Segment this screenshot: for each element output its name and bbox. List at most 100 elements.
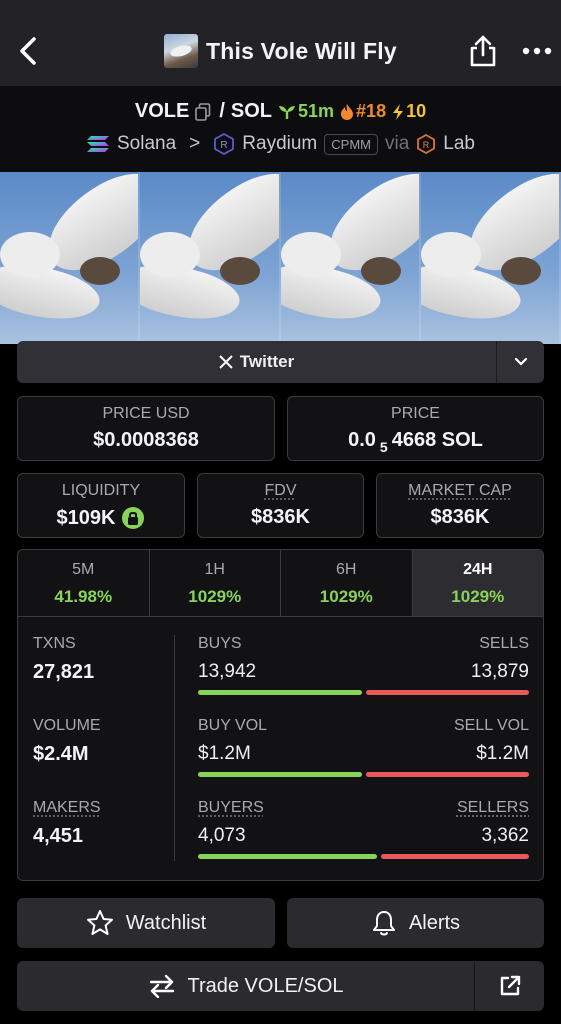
social-dropdown-button[interactable] bbox=[496, 341, 544, 383]
buyers-label: BUYERS bbox=[198, 799, 264, 816]
trade-button[interactable]: Trade VOLE/SOL bbox=[17, 961, 474, 1011]
liquidity-value-row: $109K bbox=[18, 506, 184, 530]
price-native-prefix: 0.0 bbox=[348, 429, 376, 451]
solana-icon bbox=[87, 136, 109, 152]
banner-tile bbox=[280, 172, 421, 344]
liquidity-card: LIQUIDITY $109K bbox=[17, 473, 185, 538]
makers-label: MAKERS bbox=[33, 799, 101, 816]
copy-icon[interactable] bbox=[195, 102, 211, 121]
tab-change: 1029% bbox=[319, 587, 373, 606]
sell-vol-value: $1.2M bbox=[476, 743, 529, 764]
flame-icon bbox=[341, 103, 354, 120]
banner-tile bbox=[140, 172, 281, 344]
buyers-sellers-bar bbox=[198, 854, 529, 859]
chevron-down-icon bbox=[514, 357, 527, 366]
market-cap-label: MARKET CAP bbox=[408, 482, 512, 499]
tab-6h[interactable]: 6H 1029% bbox=[281, 550, 413, 616]
sell-vol-label: SELL VOL bbox=[453, 717, 529, 734]
top-header: This Vole Will Fly bbox=[0, 0, 561, 86]
txns-label: TXNS bbox=[33, 635, 76, 652]
sellers-bar bbox=[381, 854, 529, 859]
alerts-button[interactable]: Alerts bbox=[287, 898, 544, 948]
dex-name[interactable]: Raydium bbox=[242, 133, 317, 155]
tab-5m[interactable]: 5M 41.98% bbox=[18, 550, 150, 616]
twitter-button[interactable]: Twitter bbox=[17, 341, 496, 383]
tab-change: 1029% bbox=[188, 587, 242, 606]
buy-vol-value: $1.2M bbox=[198, 743, 251, 764]
watchlist-label: Watchlist bbox=[125, 911, 207, 934]
back-button[interactable] bbox=[14, 33, 44, 69]
boost-count[interactable]: 10 bbox=[392, 101, 426, 122]
page-title: This Vole Will Fly bbox=[206, 37, 397, 64]
sellers-label: SELLERS bbox=[456, 799, 529, 816]
tab-label: 6H bbox=[336, 561, 357, 578]
trending-rank-value: #18 bbox=[356, 101, 387, 121]
sellers-value: 3,362 bbox=[481, 825, 529, 846]
token-banner-image bbox=[0, 172, 561, 344]
share-button[interactable] bbox=[468, 34, 498, 68]
fdv-card: FDV $836K bbox=[197, 473, 364, 538]
boost-count-value: 10 bbox=[406, 101, 427, 121]
pair-info-bar: VOLE / SOL 51m #18 10 Solana > R Raydium… bbox=[0, 86, 561, 172]
trading-stats-panel: 5M 41.98% 1H 1029% 6H 1029% 24H 1029% TX… bbox=[17, 549, 544, 881]
makers-value: 4,451 bbox=[33, 825, 84, 847]
price-usd-label: PRICE USD bbox=[102, 405, 190, 422]
banner-tile bbox=[0, 172, 141, 344]
buyers-value: 4,073 bbox=[198, 825, 246, 846]
swap-arrows-icon bbox=[149, 974, 174, 998]
fdv-value: $836K bbox=[251, 506, 310, 528]
alerts-label: Alerts bbox=[408, 911, 461, 934]
chain-arrow: > bbox=[189, 133, 201, 154]
more-options-button[interactable] bbox=[520, 43, 554, 59]
raydium-icon: R bbox=[214, 133, 235, 155]
price-usd-value: $0.0008368 bbox=[93, 429, 199, 451]
timeframe-tabs: 5M 41.98% 1H 1029% 6H 1029% 24H 1029% bbox=[18, 550, 543, 617]
stats-right-column: BUYS SELLS 13,942 13,879 BUY VOL SELL VOL $… bbox=[198, 635, 529, 880]
stats-left-column: TXNS 27,821 VOLUME $2.4M MAKERS 4,451 bbox=[33, 635, 173, 880]
volume-split-bar bbox=[198, 772, 529, 777]
liquidity-locked-icon[interactable] bbox=[121, 506, 145, 530]
price-native-zero-count: 5 bbox=[379, 438, 388, 455]
lightning-icon bbox=[393, 103, 404, 120]
buys-value: 13,942 bbox=[198, 661, 257, 682]
liquidity-label: LIQUIDITY bbox=[61, 482, 141, 499]
sells-label: SELLS bbox=[479, 635, 529, 652]
seedling-icon bbox=[279, 105, 296, 119]
twitter-label: Twitter bbox=[239, 352, 295, 371]
tab-change: 41.98% bbox=[54, 587, 113, 606]
lab-icon: R bbox=[417, 134, 436, 154]
launchpad-name[interactable]: Lab bbox=[443, 133, 475, 155]
share-icon bbox=[470, 35, 496, 67]
bell-icon bbox=[372, 911, 395, 936]
chain-name[interactable]: Solana bbox=[117, 133, 176, 155]
trade-bar: Trade VOLE/SOL bbox=[17, 961, 544, 1011]
buys-bar bbox=[198, 690, 362, 695]
svg-text:R: R bbox=[423, 140, 430, 150]
token-title-group: This Vole Will Fly bbox=[164, 33, 397, 69]
trending-rank[interactable]: #18 bbox=[340, 101, 386, 122]
quote-symbol: SOL bbox=[230, 100, 273, 122]
buys-sells-stat: BUYS SELLS 13,942 13,879 bbox=[198, 635, 529, 717]
trade-external-link-button[interactable] bbox=[474, 961, 544, 1011]
banner-tile bbox=[420, 172, 561, 344]
market-cap-value: $836K bbox=[430, 506, 490, 528]
trade-label: Trade VOLE/SOL bbox=[187, 974, 344, 997]
tab-label: 1H bbox=[204, 561, 225, 578]
txns-value: 27,821 bbox=[33, 661, 95, 683]
svg-text:R: R bbox=[221, 140, 228, 151]
tab-24h[interactable]: 24H 1029% bbox=[412, 550, 543, 616]
pair-age-value: 51m bbox=[298, 101, 335, 121]
fdv-label: FDV bbox=[264, 482, 297, 499]
volume-split-stat: BUY VOL SELL VOL $1.2M $1.2M bbox=[198, 717, 529, 799]
buyers-bar bbox=[198, 854, 378, 859]
watchlist-button[interactable]: Watchlist bbox=[17, 898, 275, 948]
pair-age: 51m bbox=[278, 101, 334, 122]
tab-1h[interactable]: 1H 1029% bbox=[150, 550, 281, 616]
makers-stat: MAKERS 4,451 bbox=[33, 799, 173, 880]
buys-label: BUYS bbox=[198, 635, 242, 652]
liquidity-value: $109K bbox=[56, 506, 116, 529]
price-native-card: PRICE 0.0 5 4668 SOL bbox=[287, 396, 544, 461]
pool-type-badge: CPMM bbox=[324, 133, 378, 155]
via-label: via bbox=[384, 133, 410, 154]
buys-sells-bar bbox=[198, 690, 529, 695]
